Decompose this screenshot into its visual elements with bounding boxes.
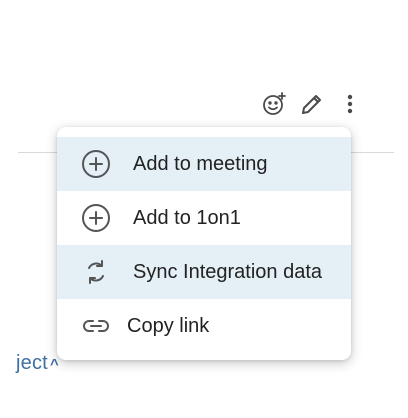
more-vertical-icon[interactable]	[334, 88, 366, 120]
menu-item-add-to-meeting[interactable]: Add to meeting	[57, 137, 351, 191]
plus-circle-icon	[79, 147, 113, 181]
menu-item-add-to-1on1[interactable]: Add to 1on1	[57, 191, 351, 245]
menu-item-sync-integration-data[interactable]: Sync Integration data	[57, 245, 351, 299]
menu-item-label: Copy link	[127, 314, 210, 337]
page: ject ^ Add to meeting Add to 1on1 Sync I…	[0, 0, 408, 418]
pencil-icon[interactable]	[296, 88, 328, 120]
plus-circle-icon	[79, 201, 113, 235]
link-icon	[79, 309, 113, 343]
background-link[interactable]: ject ^	[16, 352, 59, 375]
caret-up-icon: ^	[49, 356, 59, 373]
context-menu: Add to meeting Add to 1on1 Sync Integrat…	[57, 127, 351, 360]
menu-item-label: Add to 1on1	[133, 206, 241, 229]
menu-item-copy-link[interactable]: Copy link	[57, 299, 351, 353]
add-reaction-icon[interactable]	[258, 88, 290, 120]
sync-icon	[79, 255, 113, 289]
menu-item-label: Sync Integration data	[133, 260, 323, 283]
background-link-text: ject	[16, 352, 48, 374]
item-toolbar	[258, 88, 366, 120]
menu-item-label: Add to meeting	[133, 152, 268, 175]
